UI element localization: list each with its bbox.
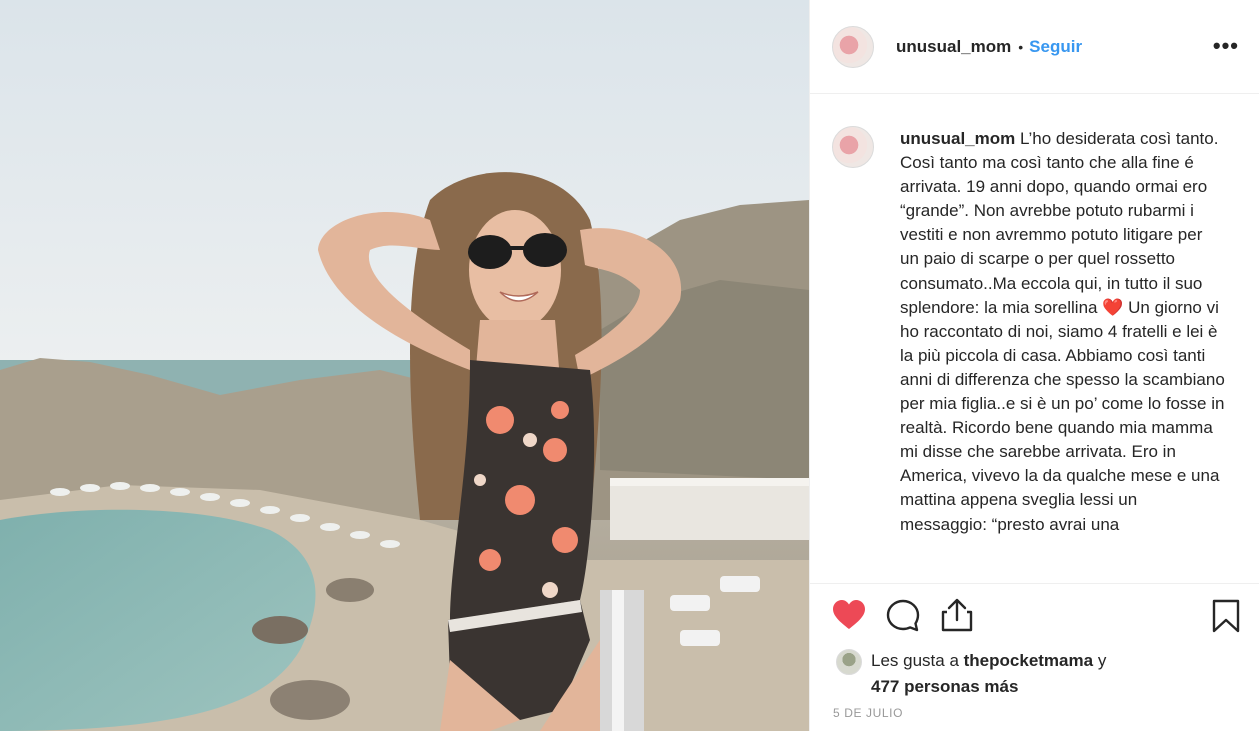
share-icon[interactable] (941, 598, 973, 632)
separator-dot: • (1018, 38, 1024, 55)
post-photo[interactable] (0, 0, 809, 731)
caption-username[interactable]: unusual_mom (900, 129, 1015, 148)
liker-avatar[interactable] (836, 649, 862, 675)
follow-button[interactable]: Seguir (1029, 37, 1082, 57)
author-avatar[interactable] (832, 25, 874, 68)
photo-illustration (0, 0, 809, 731)
more-options-icon[interactable]: ••• (1213, 35, 1239, 57)
caption-author-avatar[interactable] (832, 126, 874, 168)
bookmark-icon[interactable] (1212, 599, 1240, 633)
author-username[interactable]: unusual_mom (896, 37, 1011, 57)
likes-prefix: Les gusta a (871, 651, 959, 670)
comments-scroll-area[interactable]: unusual_mom L’ho desiderata così tanto. … (810, 94, 1259, 582)
post-actions: Les gusta a thepocketmama y 477 personas… (810, 583, 1259, 731)
liker-username[interactable]: thepocketmama (964, 651, 1093, 670)
likes-conjunction: y (1097, 651, 1107, 670)
caption-text-part-1: L’ho desiderata così tanto. Così tanto m… (900, 129, 1224, 317)
comment-bubble-icon[interactable] (886, 599, 920, 633)
post-header: unusual_mom • Seguir ••• (810, 0, 1259, 94)
likes-summary: Les gusta a thepocketmama y 477 personas… (836, 648, 1106, 700)
likes-text: Les gusta a thepocketmama y 477 personas… (871, 648, 1106, 700)
caption-text-part-2: Un giorno vi ho raccontato di noi, siamo… (900, 297, 1230, 534)
post-panel: unusual_mom • Seguir ••• unusual_mom L’h… (809, 0, 1259, 731)
heart-filled-icon[interactable] (832, 599, 866, 631)
likes-others-link[interactable]: 477 personas más (871, 677, 1018, 696)
post-caption: unusual_mom L’ho desiderata così tanto. … (900, 127, 1225, 537)
red-heart-emoji-icon: ❤️ (1102, 297, 1124, 317)
post-date[interactable]: 5 DE JULIO (833, 706, 903, 720)
